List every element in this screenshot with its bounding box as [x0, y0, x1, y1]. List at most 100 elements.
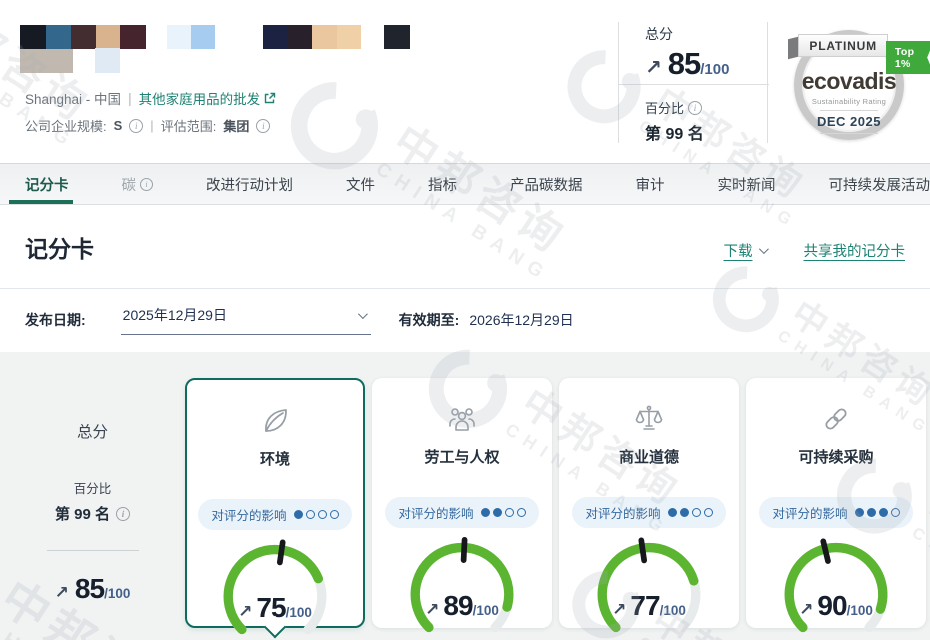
- overall-score: ↗ 85 /100: [645, 46, 767, 82]
- impact-dots: [668, 508, 713, 517]
- impact-dots: [855, 508, 900, 517]
- external-link-icon: [264, 92, 276, 104]
- page-title: 记分卡: [25, 230, 94, 264]
- category-card-1[interactable]: 环境 对评分的影响 ↗ 75 /100: [185, 378, 365, 628]
- logo-color-block: [95, 48, 120, 73]
- scope-value: 集团: [223, 116, 249, 135]
- share-scorecard-link[interactable]: 共享我的记分卡: [804, 240, 906, 261]
- score-gauge: ↗ 75 /100: [187, 534, 363, 638]
- publish-date-label: 发布日期:: [25, 310, 86, 330]
- score-gauge: ↗ 77 /100: [559, 532, 739, 636]
- scales-icon: [559, 402, 739, 438]
- tab-1[interactable]: 记分卡: [25, 164, 69, 204]
- logo-color-block: [20, 49, 73, 73]
- leaf-icon: [187, 404, 363, 440]
- logo-color-block: [120, 25, 146, 49]
- category-title: 商业道德: [559, 446, 739, 467]
- logo-color-block: [287, 25, 312, 49]
- trend-up-icon: ↗: [425, 600, 439, 620]
- logo-color-block: [46, 25, 71, 49]
- impact-label: 对评分的影响: [772, 503, 847, 522]
- rank-info-icon[interactable]: i: [116, 507, 130, 521]
- download-button[interactable]: 下载: [724, 240, 766, 261]
- category-title: 环境: [187, 448, 363, 469]
- category-card-4[interactable]: 可持续采购 对评分的影响 ↗ 90 /100: [746, 378, 926, 628]
- trend-up-icon: ↗: [645, 55, 662, 80]
- tab-4[interactable]: 文件: [346, 164, 375, 204]
- logo-color-block: [337, 25, 361, 49]
- chevron-down-icon: [358, 309, 368, 319]
- tab-8[interactable]: 实时新闻: [718, 164, 776, 204]
- trend-up-icon: ↗: [238, 602, 252, 622]
- logo-color-block: [96, 25, 120, 49]
- score-gauge: ↗ 90 /100: [746, 532, 926, 636]
- impact-pill: 对评分的影响: [759, 497, 912, 528]
- company-location: Shanghai - 中国: [25, 88, 121, 108]
- category-score: ↗ 90 /100: [746, 590, 926, 622]
- main-tabbar: 记分卡 碳i 改进行动计划 文件 指标 产品碳数据 审计 实时新闻 可持续发展活动: [0, 163, 930, 205]
- tab-5[interactable]: 指标: [428, 164, 457, 204]
- gauge-needle: [464, 540, 465, 560]
- valid-until-label: 有效期至:: [399, 310, 460, 330]
- gauge-needle: [641, 540, 644, 560]
- industry-link[interactable]: 其他家庭用品的批发: [139, 88, 277, 108]
- tab-3[interactable]: 改进行动计划: [206, 164, 293, 204]
- overall-score-label: 总分: [645, 24, 767, 44]
- category-title: 可持续采购: [746, 446, 926, 467]
- scope-info-icon[interactable]: i: [256, 119, 270, 133]
- badge-subtitle: Sustainability Rating: [794, 97, 904, 106]
- logo-color-block: [384, 25, 410, 49]
- percentile-info-icon[interactable]: i: [688, 101, 702, 115]
- company-meta-line: 公司企业规模: S i | 评估范围: 集团 i: [25, 116, 270, 135]
- impact-pill: 对评分的影响: [572, 497, 725, 528]
- logo-color-block: [167, 25, 191, 49]
- size-info-icon[interactable]: i: [129, 119, 143, 133]
- category-card-2[interactable]: 劳工与人权 对评分的影响 ↗ 89 /100: [372, 378, 552, 628]
- category-score: ↗ 89 /100: [372, 590, 552, 622]
- link-icon: [746, 402, 926, 438]
- percentile-label: 百分比 i: [645, 98, 767, 117]
- category-score: ↗ 77 /100: [559, 590, 739, 622]
- logo-color-block: [191, 25, 215, 49]
- trend-up-icon: ↗: [612, 600, 626, 620]
- section-divider: [0, 288, 930, 289]
- publish-date-select[interactable]: 2025年12月29日: [121, 305, 371, 335]
- impact-pill: 对评分的影响: [198, 499, 351, 530]
- page-header: Shanghai - 中国 | 其他家庭用品的批发 公司企业规模: S i | …: [0, 0, 930, 163]
- logo-color-block: [312, 25, 337, 49]
- summary-percentile-label: 百分比: [0, 478, 185, 497]
- impact-label: 对评分的影响: [398, 503, 473, 522]
- tab-2[interactable]: 碳i: [122, 164, 154, 204]
- tab-9[interactable]: 可持续发展活动: [829, 164, 930, 204]
- scope-label: 评估范围:: [161, 116, 217, 135]
- score-gauge: ↗ 89 /100: [372, 532, 552, 636]
- logo-color-block: [263, 25, 287, 49]
- valid-until-value: 2026年12月29日: [469, 310, 573, 330]
- badge-tier: PLATINUM: [798, 34, 888, 57]
- gauge-needle: [280, 542, 283, 562]
- impact-pill: 对评分的影响: [385, 497, 538, 528]
- category-cards-row: 环境 对评分的影响 ↗ 75 /100 劳工与人权: [185, 378, 926, 628]
- info-icon[interactable]: i: [140, 178, 153, 191]
- logo-color-block: [20, 25, 46, 49]
- tab-6[interactable]: 产品碳数据: [510, 164, 583, 204]
- badge-top-percent: Top 1%: [886, 41, 930, 74]
- size-value: S: [114, 118, 123, 133]
- percentile-rank: 第 99 名: [645, 120, 767, 144]
- summary-rank: 第 99 名 i: [0, 503, 185, 524]
- category-card-3[interactable]: 商业道德 对评分的影响 ↗ 77 /100: [559, 378, 739, 628]
- company-location-line: Shanghai - 中国 | 其他家庭用品的批发: [25, 88, 276, 108]
- ribbon-fold: [788, 37, 798, 60]
- impact-label: 对评分的影响: [585, 503, 660, 522]
- impact-dots: [481, 508, 526, 517]
- tab-7[interactable]: 审计: [636, 164, 665, 204]
- logo-color-block: [71, 25, 96, 49]
- trend-up-icon: ↗: [55, 583, 69, 603]
- size-label: 公司企业规模:: [25, 116, 107, 135]
- impact-label: 对评分的影响: [211, 505, 286, 524]
- ecovadis-medal-badge: PLATINUM Top 1% ecovadis Sustainability …: [786, 12, 914, 152]
- people-icon: [372, 402, 552, 438]
- overall-score-panel: 总分 ↗ 85 /100 百分比 i 第 99 名: [618, 22, 768, 143]
- trend-up-icon: ↗: [799, 600, 813, 620]
- category-title: 劳工与人权: [372, 446, 552, 467]
